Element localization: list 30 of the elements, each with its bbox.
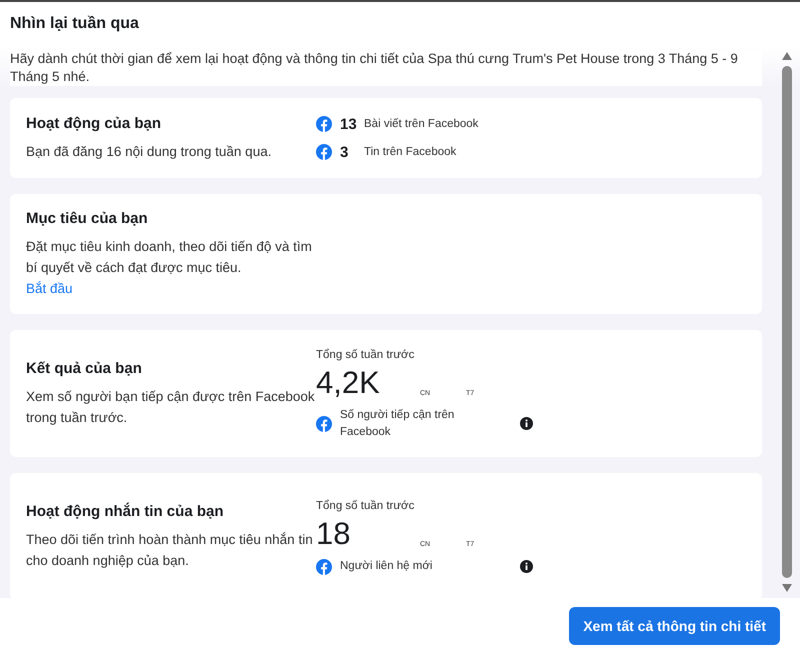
facebook-icon [316, 116, 332, 132]
start-link[interactable]: Bắt đầu [26, 281, 73, 296]
source-label: Người liên hệ mới [340, 559, 434, 574]
card-title: Hoạt động nhắn tin của bạn [26, 502, 224, 520]
facebook-icon [316, 558, 332, 574]
card-text: Đặt mục tiêu kinh doanh, theo dõi tiến độ và tìm bí quyết về cách đạt được mục tiêu. [26, 238, 313, 277]
intro-text: Hãy dành chút thời gian để xem lại hoạt động và thông tin chi tiết của Spa thú cưng Trum's Pet House trong 3 Tháng 5 - 9 Tháng 5 nhé. [10, 50, 762, 86]
card-title: Kết quả của bạn [26, 360, 143, 376]
metric-value: 4,2K [316, 364, 381, 400]
total-label: Tổng số tuần trước [316, 500, 416, 512]
scroll-up-icon[interactable] [782, 52, 792, 60]
card-text: Xem số người bạn tiếp cận được trên Facebook trong tuần trước. [26, 388, 316, 427]
card-title: Mục tiêu của bạn [26, 210, 149, 227]
stat-label: Tin trên Facebook [364, 146, 456, 158]
view-details-button[interactable]: Xem tất cả thông tin chi tiết [569, 607, 780, 645]
stat-value: 13 [340, 116, 358, 132]
info-icon[interactable] [520, 417, 533, 430]
card-text: Theo dõi tiến trình hoàn thành mục tiêu nhắn tin cho doanh nghiệp của bạn. [26, 530, 314, 570]
card-text: Bạn đã đăng 16 nội dung trong tuần qua. [26, 142, 272, 161]
stat-value: 3 [340, 144, 350, 160]
stat-label: Bài viết trên Facebook [364, 118, 478, 130]
facebook-icon [316, 416, 332, 432]
metric-value: 18 [316, 516, 352, 552]
scroll-down-icon[interactable] [782, 584, 792, 592]
source-label: Số người tiếp cận trên Facebook [340, 408, 456, 440]
total-label: Tổng số tuần trước [316, 348, 416, 360]
card-title: Hoạt động của bạn [26, 114, 162, 132]
info-icon[interactable] [520, 560, 533, 573]
facebook-icon [316, 144, 332, 160]
dialog-title: Nhìn lại tuần qua [10, 15, 139, 33]
